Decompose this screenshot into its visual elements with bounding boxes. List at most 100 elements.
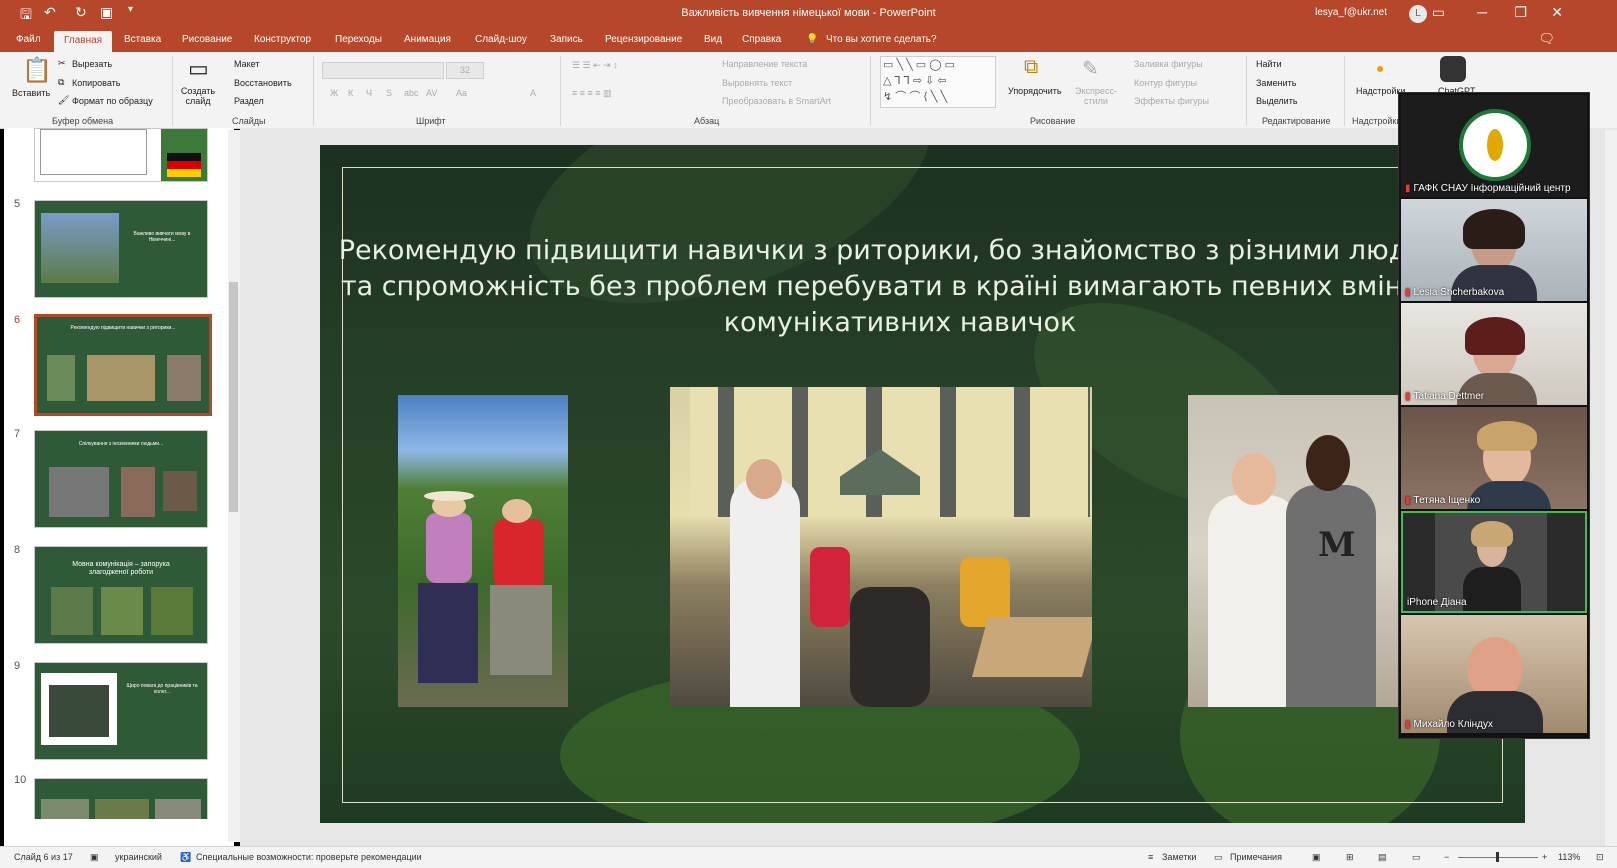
- participant-tile[interactable]: ▮ Tatiana Dettmer: [1401, 303, 1587, 405]
- language-indicator[interactable]: украинский: [115, 852, 162, 862]
- layout-button[interactable]: Макет: [234, 59, 259, 69]
- zoom-level[interactable]: 113%: [1558, 852, 1580, 862]
- mic-muted-icon: ▮: [1405, 391, 1411, 402]
- close-icon[interactable]: ✕: [1551, 4, 1563, 21]
- shape-outline-button[interactable]: Контур фигуры: [1134, 78, 1197, 88]
- new-slide-button[interactable]: Создать слайд: [180, 86, 216, 106]
- spellcheck-icon[interactable]: ▣: [90, 852, 99, 863]
- new-slide-icon[interactable]: ▭: [188, 56, 209, 82]
- font-color-button[interactable]: A: [530, 88, 536, 98]
- paste-button[interactable]: Вставить: [12, 88, 50, 98]
- slide-number: 6: [14, 314, 21, 326]
- notes-button[interactable]: Заметки: [1162, 852, 1196, 862]
- comments-icon[interactable]: 🗨: [1538, 31, 1555, 47]
- normal-view-icon[interactable]: ▣: [1312, 852, 1321, 863]
- accessibility-status[interactable]: Специальные возможности: проверьте реком…: [196, 852, 422, 862]
- arrange-button[interactable]: Упорядочить: [1008, 86, 1062, 96]
- text-direction-button[interactable]: Направление текста: [722, 59, 807, 69]
- tab-record[interactable]: Запись: [550, 34, 583, 45]
- tab-home[interactable]: Главная: [54, 31, 113, 52]
- slide-thumbnail-9[interactable]: Щиро повага до працівників та колег...: [34, 662, 208, 760]
- tab-transitions[interactable]: Переходы: [335, 34, 382, 45]
- zoom-slider-thumb[interactable]: [1496, 852, 1499, 862]
- participant-tile[interactable]: ▮ ГАФК СНАУ Інформаційний центр: [1401, 95, 1587, 197]
- underline-button[interactable]: Ч: [366, 88, 372, 98]
- slide-thumbnail-8[interactable]: Мовна комунікація – запорука злагодженої…: [34, 546, 208, 644]
- italic-button[interactable]: К: [348, 88, 353, 98]
- section-button[interactable]: Раздел: [234, 96, 264, 106]
- participant-tile[interactable]: ▮ Тетяна Іщенко: [1401, 407, 1587, 509]
- comments-button[interactable]: Примечания: [1230, 852, 1282, 862]
- slide-thumbnail-5[interactable]: Важливо вивчати мову в Німеччині...: [34, 200, 208, 298]
- select-button[interactable]: Выделить: [1256, 96, 1298, 106]
- tab-animations[interactable]: Анимация: [404, 34, 451, 45]
- spacing-button[interactable]: AV: [426, 88, 437, 98]
- tab-draw[interactable]: Рисование: [182, 34, 232, 45]
- minimize-icon[interactable]: ─: [1477, 4, 1487, 20]
- paste-icon[interactable]: 📋: [22, 56, 52, 85]
- addins-icon[interactable]: ●: [1376, 60, 1384, 76]
- avatar[interactable]: L: [1409, 5, 1427, 23]
- participant-tile[interactable]: ▮ Lesia Shcherbakova: [1401, 199, 1587, 301]
- bullets-icon[interactable]: ☰ ☰ ⇤ ⇥ ↕: [572, 60, 618, 71]
- slide-thumbnail-7[interactable]: Спілкування з іноземними людьми...: [34, 430, 208, 528]
- shape-effects-button[interactable]: Эффекты фигуры: [1134, 96, 1209, 106]
- canvas-scrollbar[interactable]: [1605, 130, 1617, 846]
- video-conference-panel[interactable]: ▮ ГАФК СНАУ Інформаційний центр ▮ Lesia Sh…: [1398, 92, 1590, 739]
- change-case-button[interactable]: Aa: [456, 88, 467, 98]
- tab-insert[interactable]: Вставка: [124, 34, 161, 45]
- reset-button[interactable]: Восстановить: [234, 78, 292, 88]
- tab-help[interactable]: Справка: [742, 34, 781, 45]
- strikethrough-button[interactable]: S: [386, 88, 392, 98]
- ribbon-display-icon[interactable]: ▭: [1432, 4, 1445, 21]
- slide-thumbnail-6-selected[interactable]: Рекомендую підвищити навички з риторики.…: [34, 314, 212, 416]
- title-bar: 🖫 ↶ ↻ ▣ ▾ Важливість вивчення німецької …: [0, 0, 1617, 28]
- copy-button[interactable]: Копировать: [72, 78, 120, 88]
- tab-slideshow[interactable]: Слайд-шоу: [475, 34, 527, 45]
- format-painter-button[interactable]: Формат по образцу: [72, 96, 153, 106]
- cut-button[interactable]: Вырезать: [72, 59, 112, 69]
- slide-sorter-icon[interactable]: ⊞: [1346, 852, 1354, 863]
- slide-thumbnail-10[interactable]: [34, 778, 208, 819]
- slideshow-view-icon[interactable]: ▭: [1412, 852, 1421, 863]
- mic-muted-icon: ▮: [1405, 287, 1411, 298]
- tab-review[interactable]: Рецензирование: [605, 34, 682, 45]
- copy-icon: ⧉: [58, 77, 65, 87]
- quick-styles-icon[interactable]: ✎: [1082, 56, 1099, 81]
- participant-tile-active-speaker[interactable]: iPhone Діана: [1401, 511, 1587, 613]
- arrange-icon[interactable]: ⧉: [1024, 56, 1038, 79]
- align-text-button[interactable]: Выровнять текст: [722, 78, 792, 88]
- tab-file[interactable]: Файл: [16, 34, 41, 45]
- quick-styles-button[interactable]: Экспресс-стили: [1072, 86, 1120, 106]
- ribbon-tabs: Файл Главная Вставка Рисование Конструкт…: [0, 28, 1617, 52]
- shapes-gallery[interactable]: ▭ ╲ ╲ ▭ ◯ ▭ △ ⅂ ⅂ ⇨ ⇩ ⇦ ↯ ⌒ ⌒ ⟨ ╲ ╲: [880, 56, 996, 108]
- fit-slide-icon[interactable]: ⊡: [1596, 852, 1604, 863]
- slide-number: 5: [14, 198, 21, 210]
- participant-tile[interactable]: ▮ Михайло Кліндух: [1401, 615, 1587, 733]
- current-slide[interactable]: Рекомендую підвищити навички з риторики,…: [320, 145, 1525, 823]
- bold-button[interactable]: Ж: [330, 88, 338, 98]
- shadow-button[interactable]: abc: [404, 88, 419, 98]
- font-name-field[interactable]: [322, 62, 444, 79]
- thumbnail-scrollbar[interactable]: [228, 130, 240, 842]
- reading-view-icon[interactable]: ▤: [1378, 852, 1387, 863]
- clipboard-group-label: Буфер обмена: [52, 116, 114, 126]
- zoom-out-icon[interactable]: −: [1444, 852, 1449, 862]
- maximize-icon[interactable]: ❐: [1514, 4, 1527, 21]
- font-size-field[interactable]: 32: [446, 62, 484, 79]
- slide-thumbnails-pane[interactable]: 5 Важливо вивчати мову в Німеччині... 6 …: [4, 128, 234, 846]
- smartart-button[interactable]: Преобразовать в SmartArt: [722, 96, 831, 106]
- user-account[interactable]: lesya_f@ukr.net: [1315, 7, 1387, 18]
- addins-group-label: Надстройки: [1352, 116, 1402, 126]
- tell-me-search[interactable]: Что вы хотите сделать?: [826, 34, 937, 45]
- zoom-in-icon[interactable]: +: [1542, 852, 1547, 862]
- replace-button[interactable]: Заменить: [1256, 78, 1296, 88]
- align-icons[interactable]: ≡ ≡ ≡ ≡ ▥: [572, 88, 612, 99]
- lightbulb-icon: 💡: [806, 34, 819, 45]
- slide-thumbnail-4[interactable]: [34, 128, 208, 182]
- find-button[interactable]: Найти: [1256, 59, 1282, 69]
- shape-fill-button[interactable]: Заливка фигуры: [1134, 59, 1203, 69]
- tab-design[interactable]: Конструктор: [254, 34, 311, 45]
- tab-view[interactable]: Вид: [704, 34, 722, 45]
- chatgpt-icon[interactable]: [1440, 56, 1466, 82]
